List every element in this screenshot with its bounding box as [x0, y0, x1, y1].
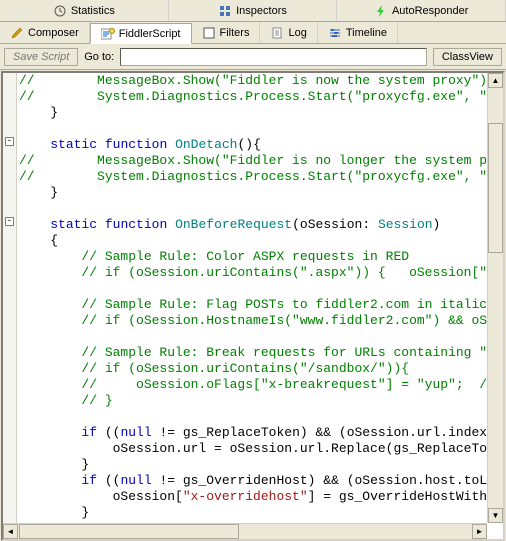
bolt-icon	[374, 4, 388, 18]
tab-label: Filters	[220, 27, 250, 39]
tab-row-1: Statistics Inspectors AutoResponder	[0, 0, 506, 22]
tab-label: Timeline	[346, 27, 387, 39]
scroll-left-button[interactable]: ◄	[3, 524, 18, 539]
code-editor[interactable]: -- // MessageBox.Show("Fiddler is now th…	[1, 71, 505, 541]
tab-autoresponder[interactable]: AutoResponder	[337, 0, 506, 21]
tab-filters[interactable]: Filters	[192, 22, 261, 43]
tab-row-2: Composer FiddlerScript Filters Log Timel…	[0, 22, 506, 44]
tab-log[interactable]: Log	[260, 22, 317, 43]
scroll-thumb-v[interactable]	[488, 123, 503, 253]
scroll-up-button[interactable]: ▲	[488, 73, 503, 88]
script-icon	[101, 27, 115, 41]
tab-inspectors[interactable]: Inspectors	[169, 0, 338, 21]
tab-label: Composer	[28, 27, 79, 39]
vertical-scrollbar[interactable]: ▲ ▼	[487, 73, 503, 523]
code-area[interactable]: // MessageBox.Show("Fiddler is now the s…	[17, 73, 487, 523]
goto-label: Go to:	[84, 51, 114, 63]
clock-icon	[53, 4, 67, 18]
tab-fiddlerscript[interactable]: FiddlerScript	[90, 23, 192, 44]
scroll-thumb-h[interactable]	[19, 524, 239, 539]
classview-button[interactable]: ClassView	[433, 48, 502, 66]
fold-toggle[interactable]: -	[5, 217, 14, 226]
save-script-button[interactable]: Save Script	[4, 48, 78, 66]
scroll-down-button[interactable]: ▼	[488, 508, 503, 523]
tab-label: FiddlerScript	[119, 28, 181, 40]
pencil-icon	[10, 26, 24, 40]
goto-input[interactable]	[120, 48, 427, 66]
script-toolbar: Save Script Go to: ClassView	[0, 44, 506, 70]
tab-timeline[interactable]: Timeline	[318, 22, 398, 43]
tab-label: Inspectors	[236, 5, 287, 17]
scroll-right-button[interactable]: ►	[472, 524, 487, 539]
fold-gutter: --	[3, 73, 17, 523]
grid-icon	[218, 4, 232, 18]
tab-label: AutoResponder	[392, 5, 468, 17]
page-icon	[270, 26, 284, 40]
tab-label: Log	[288, 27, 306, 39]
checkbox-icon	[202, 26, 216, 40]
tab-composer[interactable]: Composer	[0, 22, 90, 43]
tab-statistics[interactable]: Statistics	[0, 0, 169, 21]
fold-toggle[interactable]: -	[5, 137, 14, 146]
horizontal-scrollbar[interactable]: ◄ ►	[3, 523, 487, 539]
timeline-icon	[328, 26, 342, 40]
tab-label: Statistics	[71, 5, 115, 17]
